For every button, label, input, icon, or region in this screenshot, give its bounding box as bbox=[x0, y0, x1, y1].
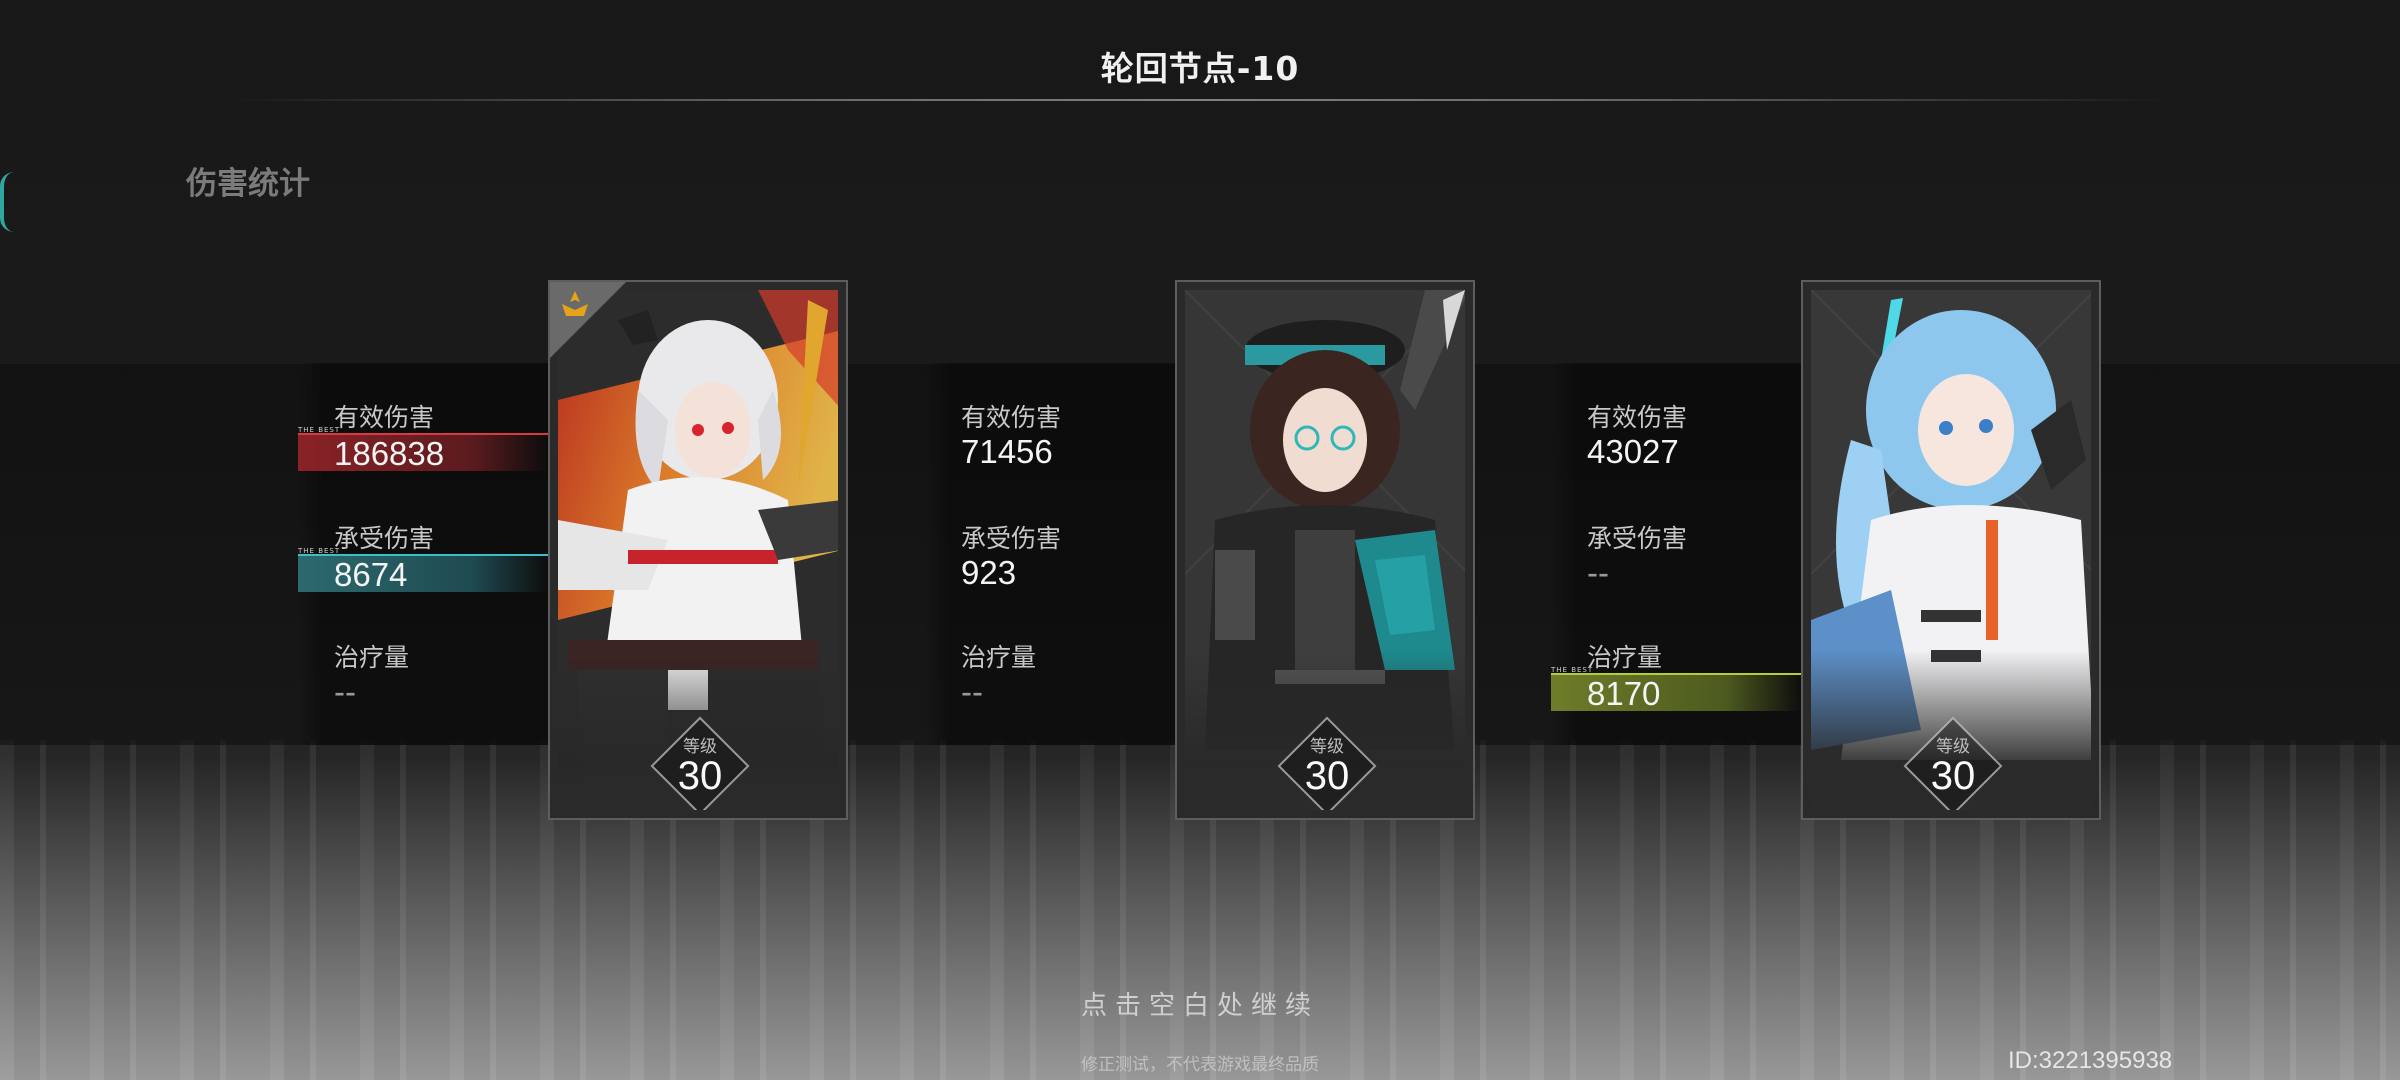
card-frame: 等级 30 bbox=[558, 290, 838, 810]
tap-to-continue[interactable]: 点击空白处继续 bbox=[0, 985, 2400, 1022]
stats-panel-2: 有效伤害 71456 承受伤害 923 治疗量 -- bbox=[925, 363, 1175, 745]
player-id: ID:3221395938 bbox=[2008, 1047, 2173, 1074]
side-tab-indicator[interactable] bbox=[0, 172, 14, 232]
heal-label: 治疗量 bbox=[1587, 643, 1663, 672]
heal-value: 8170 bbox=[1551, 673, 1801, 712]
damage-label: 有效伤害 bbox=[961, 403, 1062, 432]
section-title: 伤害统计 bbox=[186, 166, 310, 202]
damage-value: 186838 bbox=[298, 433, 548, 472]
character-card-1[interactable]: 等级 30 bbox=[548, 280, 848, 820]
level-value: 30 bbox=[677, 754, 723, 798]
heal-label: 治疗量 bbox=[961, 643, 1037, 672]
taken-label: 承受伤害 bbox=[961, 524, 1062, 553]
stage-title: 轮回节点-10 bbox=[1100, 49, 1300, 88]
stats-panel-3: 有效伤害 43027 承受伤害 -- 治疗量 THE BEST 8170 bbox=[1551, 363, 1801, 745]
level-badge: 等级 30 bbox=[650, 716, 750, 810]
taken-value: -- bbox=[1587, 554, 1609, 591]
heal-value: -- bbox=[334, 673, 356, 710]
character-card-3[interactable]: 等级 30 bbox=[1801, 280, 2101, 820]
damage-value: 71456 bbox=[961, 433, 1053, 470]
stats-panel-1: 有效伤害 THE BEST 186838 承受伤害 THE BEST 8674 … bbox=[298, 363, 548, 745]
level-badge: 等级 30 bbox=[1903, 716, 2003, 810]
level-badge: 等级 30 bbox=[1277, 716, 1377, 810]
taken-label: 承受伤害 bbox=[1587, 524, 1688, 553]
title-divider bbox=[230, 99, 2170, 101]
heal-label: 治疗量 bbox=[334, 643, 410, 672]
heal-value: -- bbox=[961, 673, 983, 710]
character-card-2[interactable]: 等级 30 bbox=[1175, 280, 1475, 820]
mvp-crown-icon bbox=[562, 291, 588, 316]
card-frame: 等级 30 bbox=[1811, 290, 2091, 810]
level-value: 30 bbox=[1304, 754, 1350, 798]
card-frame: 等级 30 bbox=[1185, 290, 1465, 810]
damage-label: 有效伤害 bbox=[334, 403, 435, 432]
taken-value: 8674 bbox=[298, 554, 548, 593]
taken-value: 923 bbox=[961, 554, 1017, 591]
level-value: 30 bbox=[1930, 754, 1976, 798]
damage-value: 43027 bbox=[1587, 433, 1679, 470]
damage-label: 有效伤害 bbox=[1587, 403, 1688, 432]
taken-label: 承受伤害 bbox=[334, 524, 435, 553]
